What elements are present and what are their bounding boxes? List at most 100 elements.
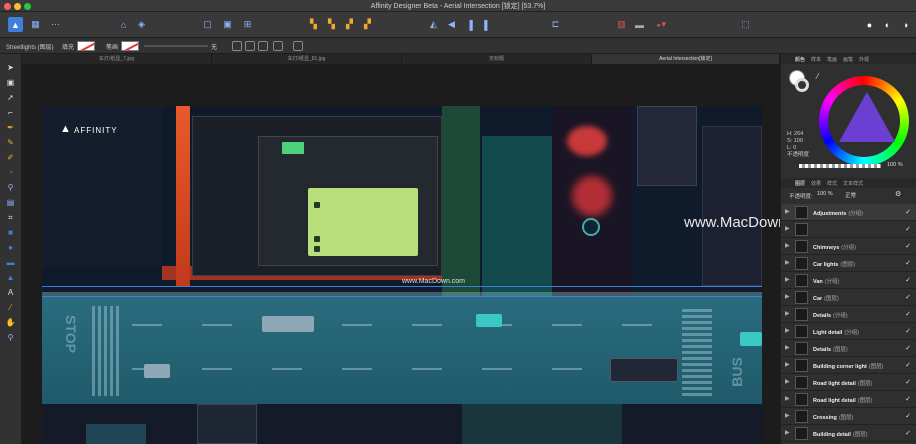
arrange-forward-icon[interactable]: ▞	[342, 17, 357, 32]
flip-vertical-icon[interactable]: ◀	[444, 17, 459, 32]
boolean-subtract-icon[interactable]: ▬	[632, 17, 647, 32]
layer-row[interactable]: ▶ Light detail (分组) ✓	[781, 323, 916, 340]
arrange-backward-icon[interactable]: ▚	[324, 17, 339, 32]
boolean-add-icon[interactable]: ▥	[614, 17, 629, 32]
layer-row[interactable]: ▶ Road light detail (图层) ✓	[781, 374, 916, 391]
fill-tool-icon[interactable]: ◔	[5, 167, 16, 178]
snapping-icon[interactable]: ◐	[880, 17, 895, 32]
tab-doc-1[interactable]: 车灯/纸显_7.jpg	[22, 54, 212, 64]
tab-layers[interactable]: 图层	[795, 180, 805, 187]
opacity-value[interactable]: 100 %	[887, 162, 903, 168]
layer-row[interactable]: ▶ Chimneys (分组) ✓	[781, 238, 916, 255]
place-image-tool-icon[interactable]: ▤	[5, 197, 16, 208]
tab-brushes[interactable]: 画笔	[843, 56, 853, 63]
stroke-color-well[interactable]	[795, 78, 809, 92]
tab-swatches[interactable]: 样本	[811, 56, 821, 63]
artboard-tool-icon[interactable]: ▣	[5, 77, 16, 88]
stroke-swatch[interactable]	[121, 41, 139, 51]
move-tool-icon[interactable]: ➤	[5, 62, 16, 73]
arrange-back-icon[interactable]: ▚	[306, 17, 321, 32]
layer-row[interactable]: ▶ Details (图层) ✓	[781, 340, 916, 357]
visibility-checkbox-icon[interactable]: ✓	[905, 276, 911, 284]
rectangle-tool-icon[interactable]: ■	[5, 227, 16, 238]
lock-icon[interactable]	[273, 41, 283, 51]
expand-icon[interactable]: ▶	[785, 276, 790, 283]
visibility-checkbox-icon[interactable]: ✓	[905, 378, 911, 386]
expand-icon[interactable]: ▶	[785, 310, 790, 317]
expand-icon[interactable]: ▶	[785, 327, 790, 334]
eyedropper-tool-icon[interactable]: ⁄	[5, 302, 16, 313]
snap-bounds-icon[interactable]: ▢	[200, 17, 215, 32]
transform-icon[interactable]	[245, 41, 255, 51]
expand-icon[interactable]: ▶	[785, 378, 790, 385]
visibility-checkbox-icon[interactable]: ✓	[905, 225, 911, 233]
visibility-checkbox-icon[interactable]: ✓	[905, 429, 911, 437]
align-icon[interactable]: ⊏	[548, 17, 563, 32]
artwork[interactable]: ▲ AFFINITY STOP BUS www.MacDown.com	[42, 106, 762, 444]
stroke-width-slider[interactable]	[144, 45, 208, 47]
tab-effects[interactable]: 效果	[811, 180, 821, 187]
visibility-checkbox-icon[interactable]: ✓	[905, 395, 911, 403]
corner-tool-icon[interactable]: ⌐	[5, 107, 16, 118]
rounded-rect-tool-icon[interactable]: ▬	[5, 257, 16, 268]
visibility-checkbox-icon[interactable]: ✓	[905, 293, 911, 301]
tab-doc-active[interactable]: Aerial Intersection[锁定]	[592, 54, 780, 64]
expand-icon[interactable]: ▶	[785, 395, 790, 402]
tab-doc-3[interactable]: 无标题	[402, 54, 592, 64]
eyedropper-icon[interactable]: ⁄	[817, 72, 818, 81]
fill-swatch[interactable]	[77, 41, 95, 51]
expand-icon[interactable]: ▶	[785, 429, 790, 436]
tab-styles[interactable]: 样式	[827, 180, 837, 187]
color-triangle[interactable]	[839, 92, 895, 142]
stroke-width-value[interactable]: 无	[211, 42, 217, 51]
layer-row[interactable]: ▶ Road light detail (图层) ✓	[781, 391, 916, 408]
designer-persona-icon[interactable]: ▲	[8, 17, 23, 32]
zoom-tool-icon[interactable]: ⚲	[5, 332, 16, 343]
visibility-checkbox-icon[interactable]: ✓	[905, 361, 911, 369]
crop-tool-icon[interactable]: ⌗	[5, 212, 16, 223]
transparency-tool-icon[interactable]: ⚲	[5, 182, 16, 193]
layer-row[interactable]: ▶ Adjustments (分组) ✓	[781, 204, 916, 221]
blend-mode-select[interactable]: 正常	[845, 191, 856, 199]
geometry-icon[interactable]: ⬚	[738, 17, 753, 32]
tab-stroke[interactable]: 笔画	[827, 56, 837, 63]
visibility-checkbox-icon[interactable]: ✓	[905, 208, 911, 216]
visibility-checkbox-icon[interactable]: ✓	[905, 327, 911, 335]
layer-row[interactable]: ▶ Building corner light (图层) ✓	[781, 357, 916, 374]
tab-doc-2[interactable]: 车灯/纸显_81.jpg	[212, 54, 402, 64]
rotate-right-icon[interactable]: ▌	[480, 17, 495, 32]
layer-row[interactable]: ▶ Building detail (图层) ✓	[781, 425, 916, 442]
isolate-icon[interactable]	[293, 41, 303, 51]
view-mode-icon[interactable]: ◑	[898, 17, 913, 32]
expand-icon[interactable]: ▶	[785, 361, 790, 368]
expand-icon[interactable]: ▶	[785, 208, 790, 215]
layer-row[interactable]: ▶ Crossing (图层) ✓	[781, 408, 916, 425]
expand-icon[interactable]: ▶	[785, 412, 790, 419]
preferences-icon[interactable]: ◈	[134, 17, 149, 32]
visibility-checkbox-icon[interactable]: ✓	[905, 310, 911, 318]
hand-tool-icon[interactable]: ✋	[5, 317, 16, 328]
expand-icon[interactable]: ▶	[785, 344, 790, 351]
pixel-persona-icon[interactable]: ▦	[28, 17, 43, 32]
visibility-checkbox-icon[interactable]: ✓	[905, 259, 911, 267]
ellipse-tool-icon[interactable]: ●	[5, 242, 16, 253]
color-wheel[interactable]	[819, 76, 909, 166]
document-setup-icon[interactable]: ⌂	[116, 17, 131, 32]
triangle-tool-icon[interactable]: ▲	[5, 272, 16, 283]
layer-row[interactable]: ▶ Van (分组) ✓	[781, 272, 916, 289]
canvas[interactable]: ▲ AFFINITY STOP BUS www.MacDown.com www.…	[22, 64, 819, 444]
text-tool-icon[interactable]: A	[5, 287, 16, 298]
tab-text-styles[interactable]: 文本样式	[843, 180, 863, 187]
tab-color[interactable]: 颜色	[795, 56, 805, 63]
expand-icon[interactable]: ▶	[785, 242, 790, 249]
pencil-tool-icon[interactable]: ✎	[5, 137, 16, 148]
layer-settings-icon[interactable]: ⚙	[895, 190, 901, 198]
transform-origin-icon[interactable]	[232, 41, 242, 51]
brush-tool-icon[interactable]: ✐	[5, 152, 16, 163]
layer-row[interactable]: ▶ ✓	[781, 221, 916, 238]
layer-row[interactable]: ▶ Details (分组) ✓	[781, 306, 916, 323]
snap-guides-icon[interactable]: ⊞	[240, 17, 255, 32]
distribute-icon[interactable]	[258, 41, 268, 51]
expand-icon[interactable]: ▶	[785, 293, 790, 300]
expand-icon[interactable]: ▶	[785, 225, 790, 232]
